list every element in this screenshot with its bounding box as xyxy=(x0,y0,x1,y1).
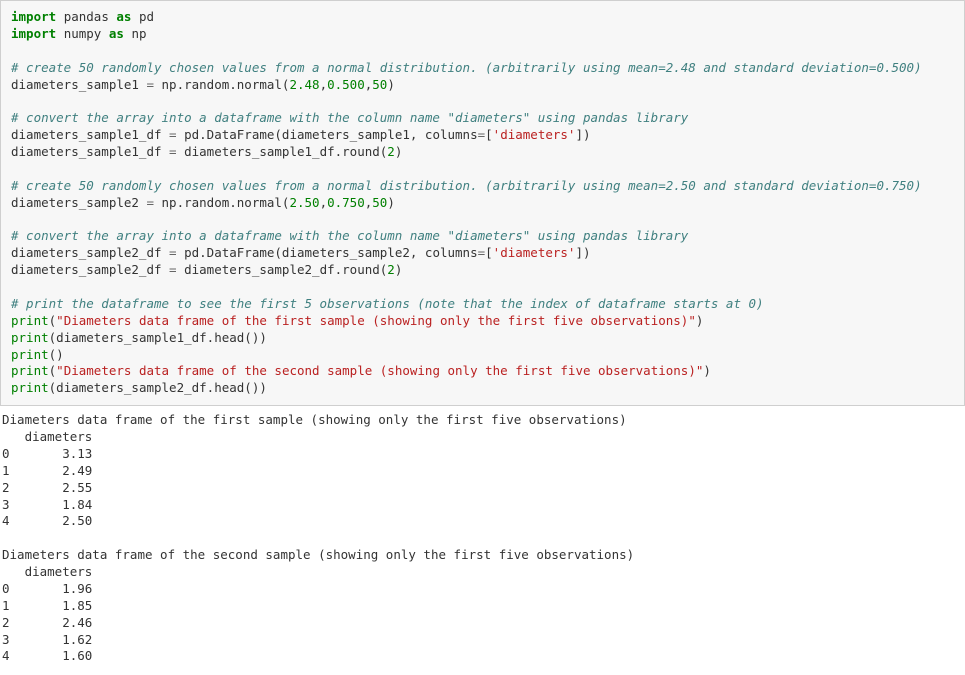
var-assign: diameters_sample2_df xyxy=(11,245,169,260)
var-assign: diameters_sample1_df xyxy=(11,127,169,142)
equals: = xyxy=(169,127,177,142)
builtin-print: print xyxy=(11,380,49,395)
alias: np xyxy=(131,26,146,41)
bracket: [ xyxy=(485,127,493,142)
number: 2.48 xyxy=(289,77,319,92)
number: 2 xyxy=(387,262,395,277)
output-row: 1 2.49 xyxy=(2,463,92,478)
module-name: pandas xyxy=(64,9,109,24)
paren: ]) xyxy=(575,127,590,142)
equals: = xyxy=(146,195,154,210)
paren: ) xyxy=(703,363,711,378)
output-row: 4 2.50 xyxy=(2,513,92,528)
output-row: 0 3.13 xyxy=(2,446,92,461)
number: 50 xyxy=(372,195,387,210)
number: 50 xyxy=(372,77,387,92)
code-cell[interactable]: import pandas as pd import numpy as np #… xyxy=(0,0,965,406)
string: 'diameters' xyxy=(493,127,576,142)
equals: = xyxy=(169,245,177,260)
comma: , xyxy=(320,195,328,210)
var-assign: diameters_sample2_df xyxy=(11,262,169,277)
comment: # convert the array into a dataframe wit… xyxy=(11,228,688,243)
output-column-header: diameters xyxy=(2,429,92,444)
output-row: 2 2.55 xyxy=(2,480,92,495)
paren: ) xyxy=(387,77,395,92)
string: "Diameters data frame of the second samp… xyxy=(56,363,703,378)
keyword-as: as xyxy=(109,26,124,41)
number: 0.500 xyxy=(327,77,365,92)
output-row: 4 1.60 xyxy=(2,648,92,663)
paren: () xyxy=(49,347,64,362)
output-header: Diameters data frame of the second sampl… xyxy=(2,547,634,562)
var-assign: diameters_sample1_df xyxy=(11,144,169,159)
equals: = xyxy=(146,77,154,92)
builtin-print: print xyxy=(11,363,49,378)
number: 0.750 xyxy=(327,195,365,210)
comment: # convert the array into a dataframe wit… xyxy=(11,110,688,125)
call: np.random.normal( xyxy=(154,195,289,210)
comment: # create 50 randomly chosen values from … xyxy=(11,178,922,193)
output-row: 2 2.46 xyxy=(2,615,92,630)
keyword-import: import xyxy=(11,9,56,24)
string: 'diameters' xyxy=(493,245,576,260)
output-column-header: diameters xyxy=(2,564,92,579)
module-name: numpy xyxy=(64,26,102,41)
equals: = xyxy=(169,144,177,159)
call: np.random.normal( xyxy=(154,77,289,92)
output-row: 3 1.84 xyxy=(2,497,92,512)
comment: # print the dataframe to see the first 5… xyxy=(11,296,764,311)
builtin-print: print xyxy=(11,330,49,345)
equals: = xyxy=(169,262,177,277)
var-assign: diameters_sample1 xyxy=(11,77,146,92)
bracket: [ xyxy=(485,245,493,260)
equals: = xyxy=(478,245,486,260)
paren: ) xyxy=(696,313,704,328)
paren: ) xyxy=(387,195,395,210)
paren: ) xyxy=(395,144,403,159)
number: 2 xyxy=(387,144,395,159)
call: pd.DataFrame(diameters_sample1, columns xyxy=(177,127,478,142)
call: diameters_sample1_df.round( xyxy=(177,144,388,159)
builtin-print: print xyxy=(11,347,49,362)
comment: # create 50 randomly chosen values from … xyxy=(11,60,922,75)
output-header: Diameters data frame of the first sample… xyxy=(2,412,627,427)
output-row: 1 1.85 xyxy=(2,598,92,613)
call: pd.DataFrame(diameters_sample2, columns xyxy=(177,245,478,260)
call: diameters_sample2_df.round( xyxy=(177,262,388,277)
var-assign: diameters_sample2 xyxy=(11,195,146,210)
equals: = xyxy=(478,127,486,142)
output-cell: Diameters data frame of the first sample… xyxy=(0,406,965,675)
paren: ) xyxy=(395,262,403,277)
call: (diameters_sample1_df.head()) xyxy=(49,330,267,345)
builtin-print: print xyxy=(11,313,49,328)
output-row: 3 1.62 xyxy=(2,632,92,647)
string: "Diameters data frame of the first sampl… xyxy=(56,313,696,328)
keyword-import: import xyxy=(11,26,56,41)
output-row: 0 1.96 xyxy=(2,581,92,596)
number: 2.50 xyxy=(289,195,319,210)
call: (diameters_sample2_df.head()) xyxy=(49,380,267,395)
comma: , xyxy=(320,77,328,92)
keyword-as: as xyxy=(116,9,131,24)
alias: pd xyxy=(139,9,154,24)
paren: ]) xyxy=(575,245,590,260)
